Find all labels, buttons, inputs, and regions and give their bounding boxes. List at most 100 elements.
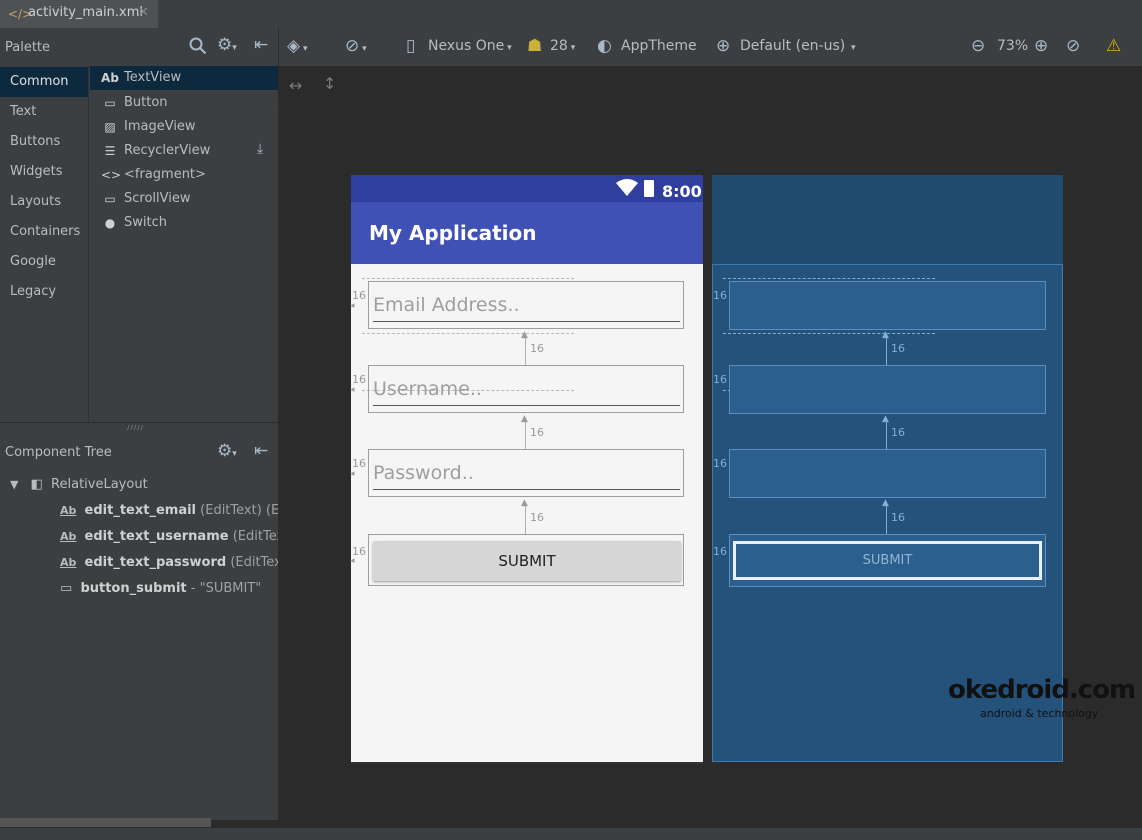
palette-item-textview[interactable]: Ab TextView — [90, 66, 278, 90]
tree-node-root[interactable]: ▼ ◧ RelativeLayout — [10, 472, 278, 498]
constraint-arrow-icon: ◂ — [350, 385, 355, 395]
device-label: Nexus One — [428, 38, 505, 54]
constraint-line — [525, 422, 526, 450]
image-icon: ▨ — [104, 120, 116, 134]
guide-line — [723, 333, 935, 334]
device-icon[interactable]: ▯ — [406, 36, 415, 56]
margin-label: 16 — [891, 426, 905, 439]
margin-label: 16 — [713, 545, 727, 558]
tree-node-password[interactable]: Ab edit_text_password (EditText) ( — [60, 550, 278, 576]
orientation-icon[interactable]: ⊘ ▾ — [345, 36, 367, 56]
warning-icon[interactable]: ⚠ — [1106, 36, 1121, 56]
horizontal-scrollbar[interactable] — [0, 818, 211, 827]
hide-panel-icon[interactable]: ⇤ — [254, 35, 268, 55]
constraint-arrow-icon: ▲ — [882, 330, 889, 340]
blueprint-email-field[interactable] — [729, 281, 1046, 330]
category-layouts[interactable]: Layouts — [0, 187, 88, 217]
close-tab-icon[interactable]: ✕ — [138, 5, 149, 20]
constraint-line — [886, 338, 887, 366]
tree-node-label: RelativeLayout — [51, 477, 148, 492]
tree-node-detail: - "SUBMIT" — [190, 581, 262, 596]
status-time: 8:00 — [662, 182, 702, 201]
tree-node-submit[interactable]: ▭ button_submit - "SUBMIT" — [60, 576, 278, 602]
palette-item-button[interactable]: ▭ Button — [90, 91, 278, 115]
button-icon: ▭ — [104, 96, 116, 110]
constraint-line — [525, 506, 526, 534]
tree-node-detail: (EditText) (E-m — [200, 503, 278, 518]
guide-line — [362, 333, 574, 334]
battery-icon — [644, 180, 654, 197]
category-widgets[interactable]: Widgets — [0, 157, 88, 187]
watermark-tagline: android & technology — [980, 707, 1099, 720]
relativelayout-icon: ◧ — [30, 477, 43, 492]
constraint-arrow-icon: ▲ — [521, 498, 528, 508]
zoom-out-icon[interactable]: ⊖ — [971, 36, 985, 56]
wifi-icon — [616, 179, 638, 200]
zoom-level: 73% — [997, 38, 1029, 54]
submit-button[interactable]: SUBMIT — [373, 541, 681, 581]
palette-item-label: ImageView — [124, 119, 196, 134]
blueprint-password-field[interactable] — [729, 449, 1046, 498]
category-containers[interactable]: Containers — [0, 217, 88, 247]
tree-node-detail: (EditText) ( — [232, 529, 278, 544]
download-icon[interactable]: ⤓ — [257, 141, 263, 157]
layers-icon[interactable]: ◈ ▾ — [287, 36, 307, 56]
blueprint-submit-button[interactable]: SUBMIT — [733, 541, 1042, 580]
category-common[interactable]: Common — [0, 67, 88, 97]
constraint-arrow-icon: ▲ — [882, 414, 889, 424]
palette-item-label: Button — [124, 95, 168, 110]
api-selector[interactable]: 28 ▾ — [550, 38, 575, 54]
palette-item-scrollview[interactable]: ▭ ScrollView — [90, 187, 278, 211]
watermark-logo: okedroid.com — [948, 675, 1136, 705]
tree-node-email[interactable]: Ab edit_text_email (EditText) (E-m — [60, 498, 278, 524]
zoom-fit-icon[interactable]: ⊘ — [1066, 36, 1080, 56]
category-legacy[interactable]: Legacy — [0, 277, 88, 307]
gear-icon[interactable]: ⚙▾ — [217, 35, 237, 55]
tree-node-id: edit_text_username — [84, 529, 229, 544]
constraint-arrow-icon: ◂ — [350, 469, 355, 479]
list-icon: ☰ — [104, 144, 116, 158]
switch-icon: ● — [104, 216, 116, 230]
locale-label: Default (en-us) — [740, 38, 846, 54]
component-tree-title: Component Tree — [5, 445, 112, 460]
device-selector[interactable]: Nexus One ▾ — [428, 38, 512, 54]
palette-item-label: <fragment> — [124, 167, 206, 182]
theme-selector[interactable]: AppTheme — [621, 38, 697, 54]
zoom-in-icon[interactable]: ⊕ — [1034, 36, 1048, 56]
tree-node-username[interactable]: Ab edit_text_username (EditText) ( — [60, 524, 278, 550]
bottom-tool-strip — [0, 827, 1142, 840]
android-icon: ☗ — [527, 36, 543, 56]
palette-item-label: ScrollView — [124, 191, 191, 206]
username-underline — [373, 405, 680, 406]
gear-icon[interactable]: ⚙▾ — [217, 441, 237, 461]
tree-node-id: edit_text_email — [84, 503, 197, 518]
app-title: My Application — [369, 221, 537, 245]
margin-label: 16 — [713, 457, 727, 470]
constraint-arrow-icon: ◂ — [350, 301, 355, 311]
palette-item-fragment[interactable]: <> <fragment> — [90, 163, 278, 187]
margin-label: 16 — [891, 511, 905, 524]
username-hint: Username.. — [373, 378, 482, 400]
palette-item-imageview[interactable]: ▨ ImageView — [90, 115, 278, 139]
theme-icon: ◐ — [597, 36, 612, 56]
horizontal-resize-icon[interactable]: ↔ — [289, 76, 302, 95]
textview-icon: Ab — [101, 71, 119, 85]
code-icon: <> — [101, 168, 122, 182]
password-underline — [373, 489, 680, 490]
category-google[interactable]: Google — [0, 247, 88, 277]
vertical-resize-icon[interactable]: ↕ — [323, 74, 336, 93]
constraint-line — [886, 506, 887, 534]
margin-label: 16 — [713, 289, 727, 302]
search-icon[interactable] — [189, 37, 207, 60]
locale-selector[interactable]: Default (en-us) ▾ — [740, 38, 855, 54]
email-underline — [373, 321, 680, 322]
margin-label: 16 — [891, 342, 905, 355]
palette-item-switch[interactable]: ● Switch — [90, 211, 278, 235]
hide-panel-icon[interactable]: ⇤ — [254, 441, 268, 461]
constraint-line — [525, 338, 526, 366]
category-text[interactable]: Text — [0, 97, 88, 127]
constraint-toolbar — [278, 66, 1142, 105]
palette-item-recyclerview[interactable]: ☰ RecyclerView — [90, 139, 278, 163]
category-buttons[interactable]: Buttons — [0, 127, 88, 157]
blueprint-username-field[interactable] — [729, 365, 1046, 414]
